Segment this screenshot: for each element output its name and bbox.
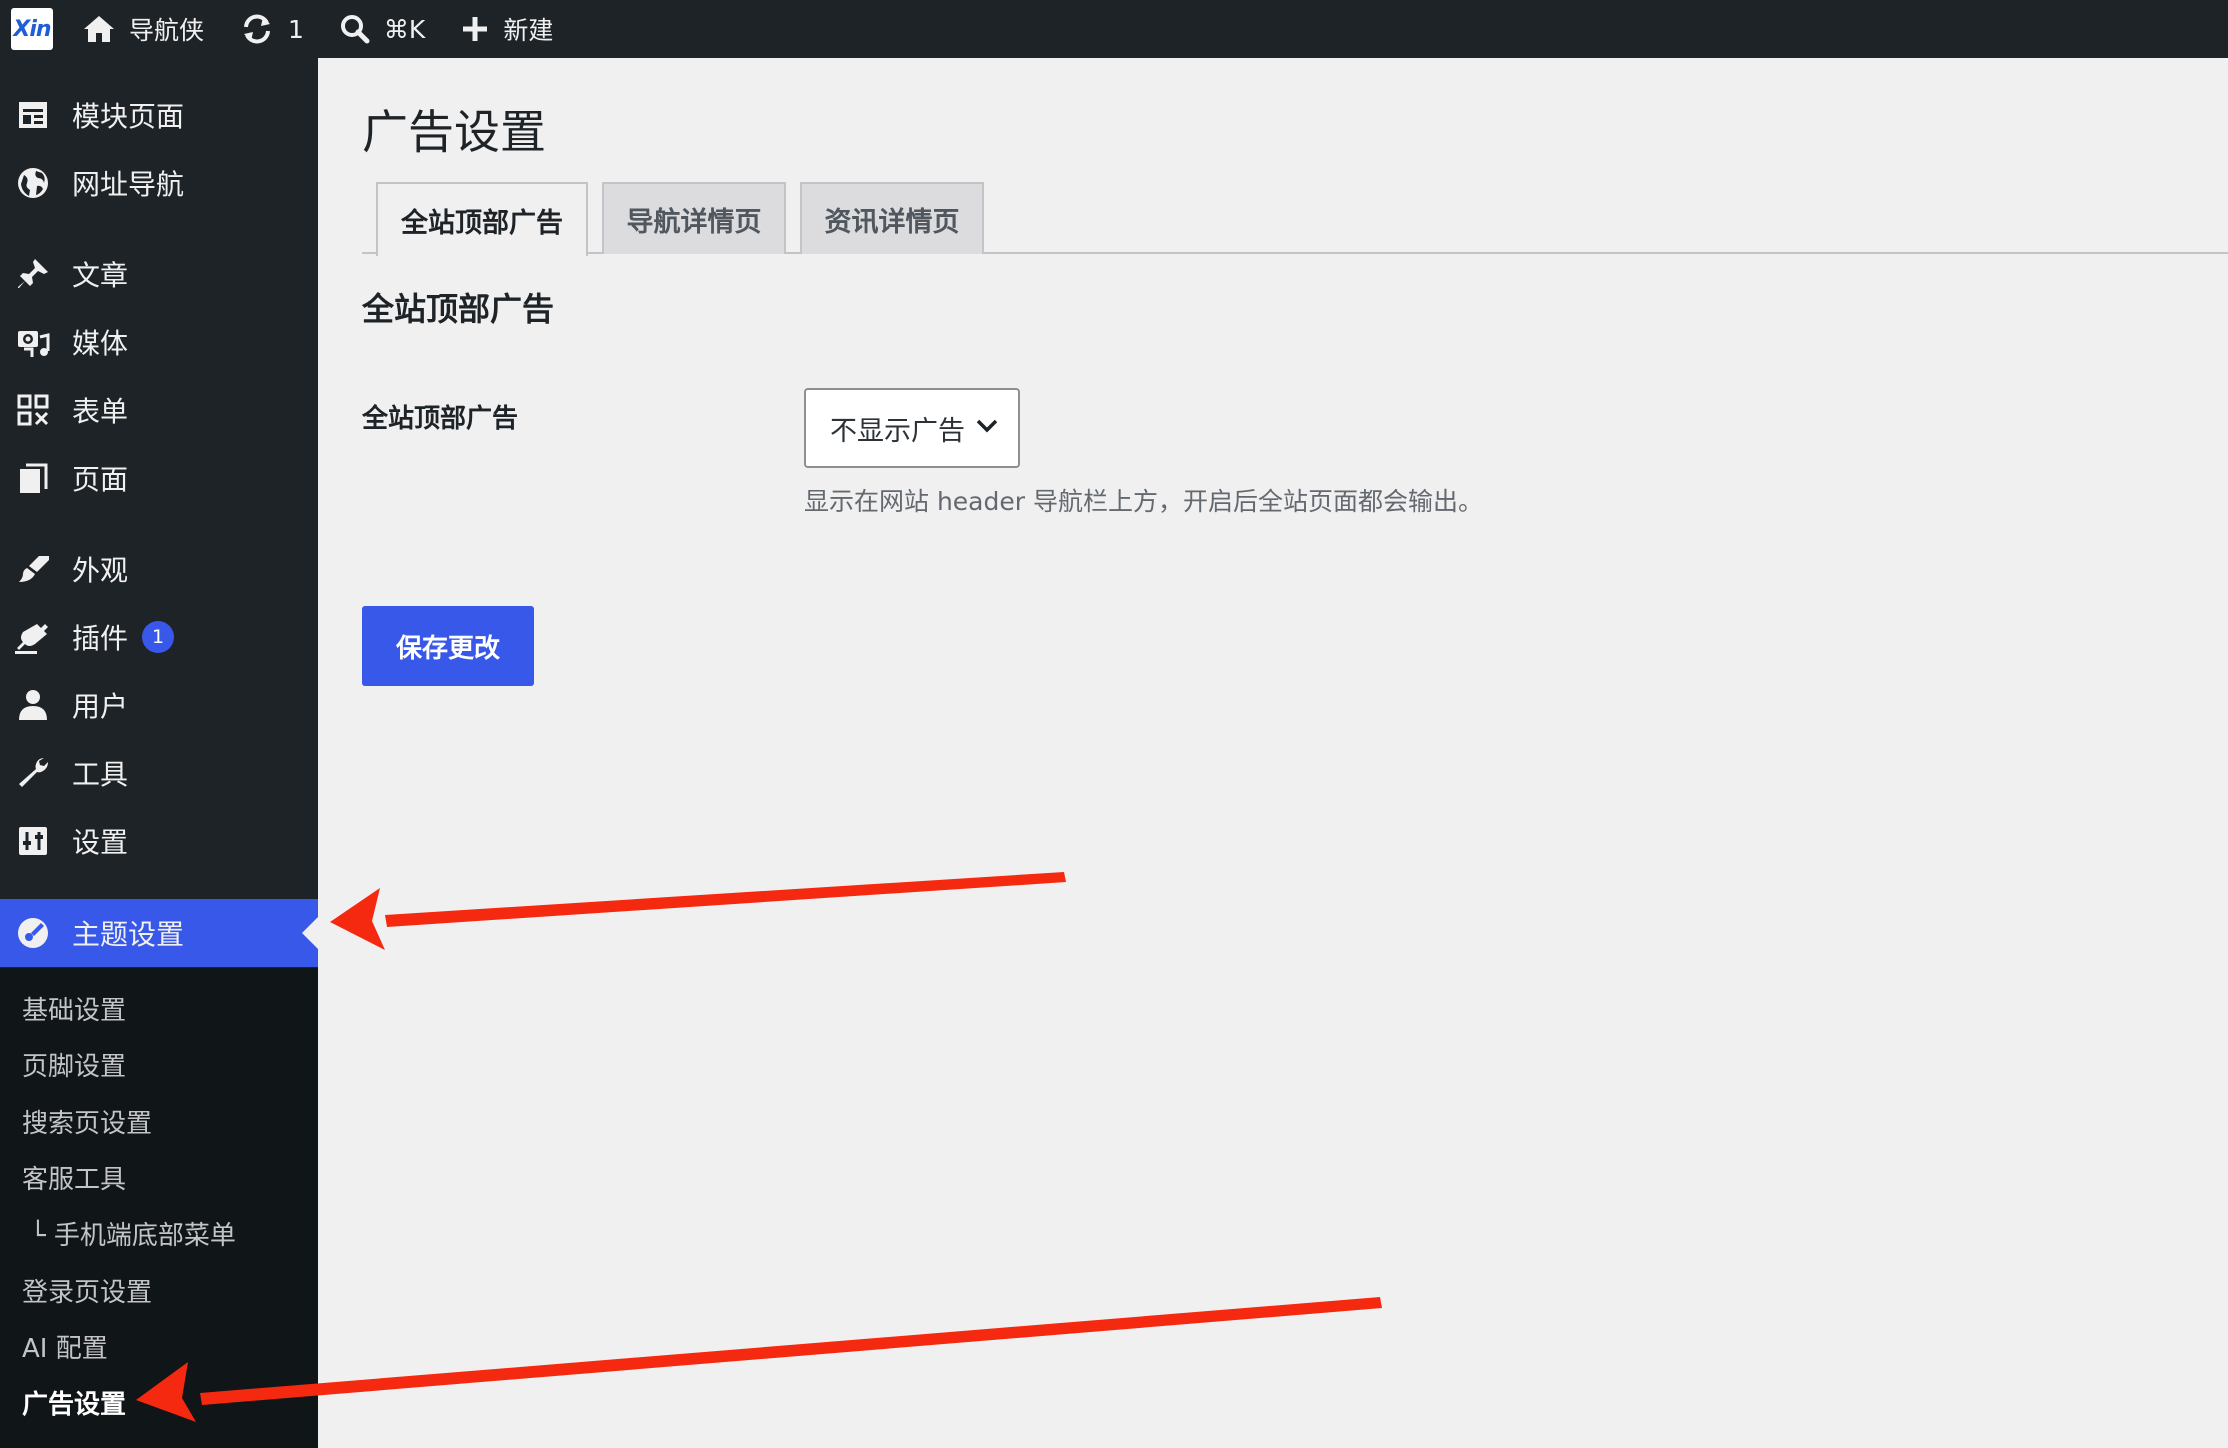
updates-count: 1 (288, 14, 304, 44)
admin-bar: Xin 导航侠 1 ⌘K 新建 (0, 0, 2228, 58)
user-icon (15, 687, 51, 723)
sidebar-item-label: 插件 (72, 622, 129, 655)
select-value: 不显示广告 (830, 415, 965, 447)
sidebar-item-appearance[interactable]: 外观 (0, 535, 318, 603)
tab-label: 全站顶部广告 (401, 207, 563, 239)
sidebar-item-posts[interactable]: 文章 (0, 240, 318, 308)
search-shortcut-label: ⌘K (383, 14, 426, 44)
media-icon (15, 324, 51, 360)
sidebar-item-label: 设置 (72, 826, 129, 859)
plugins-update-badge: 1 (142, 621, 175, 653)
save-button-label: 保存更改 (395, 632, 500, 663)
sidebar-item-users[interactable]: 用户 (0, 671, 318, 739)
submenu-item-footer[interactable]: 页脚设置 (22, 1044, 126, 1084)
tab-nav-detail[interactable]: 导航详情页 (602, 182, 786, 254)
main-content: 广告设置 全站顶部广告 导航详情页 资讯详情页 全站顶部广告 全站顶部广告 不显… (318, 58, 2228, 1448)
sidebar-item-label: 模块页面 (72, 100, 185, 133)
site-logo-text: Xin (13, 16, 51, 42)
site-name-link[interactable]: 导航侠 (83, 11, 204, 47)
theme-icon (15, 915, 51, 951)
field-description: 显示在网站 header 导航栏上方，开启后全站页面都会输出。 (804, 487, 1483, 516)
wrench-icon (15, 755, 51, 791)
sidebar-item-label: 用户 (72, 690, 129, 723)
site-name: 导航侠 (129, 16, 205, 45)
admin-sidebar: 模块页面 网址导航 文章 媒体 表单 页面 外观 插件 1 用户 工具 设置 主… (0, 58, 318, 1448)
sidebar-item-label: 主题设置 (72, 918, 185, 951)
submenu-item-ad-settings[interactable]: 广告设置 (22, 1382, 126, 1422)
sidebar-item-label: 表单 (72, 395, 129, 428)
sidebar-item-media[interactable]: 媒体 (0, 308, 318, 376)
theme-settings-submenu: 基础设置 页脚设置 搜索页设置 客服工具 └ 手机端底部菜单 登录页设置 AI … (0, 968, 318, 1448)
home-icon (84, 16, 114, 42)
page-icon (15, 460, 51, 496)
submenu-item-login-page[interactable]: 登录页设置 (22, 1270, 152, 1310)
sidebar-item-tools[interactable]: 工具 (0, 739, 318, 807)
submenu-item-support-tools[interactable]: 客服工具 (22, 1157, 126, 1197)
submenu-item-mobile-bottom-menu[interactable]: └ 手机端底部菜单 (30, 1213, 236, 1253)
layout-icon (15, 97, 51, 133)
plus-icon (463, 17, 488, 41)
sidebar-item-theme-settings[interactable]: 主题设置 (0, 899, 318, 967)
submenu-item-basic[interactable]: 基础设置 (22, 988, 126, 1028)
new-label: 新建 (503, 16, 554, 45)
sidebar-item-label: 工具 (72, 758, 129, 791)
search-shortcut[interactable]: ⌘K (340, 14, 425, 44)
sidebar-item-label: 媒体 (72, 327, 129, 360)
refresh-icon (244, 14, 271, 44)
section-title: 全站顶部广告 (362, 290, 555, 328)
sidebar-item-label: 网址导航 (72, 168, 185, 201)
page-title: 广告设置 (362, 105, 546, 159)
sidebar-item-pages[interactable]: 页面 (0, 444, 318, 512)
search-icon (340, 15, 370, 44)
updates-link[interactable]: 1 (240, 13, 304, 45)
settings-icon (15, 823, 51, 859)
ad-display-select[interactable]: 不显示广告 (804, 388, 1020, 468)
new-content-link[interactable]: 新建 (461, 11, 553, 47)
sidebar-item-label: 外观 (72, 554, 129, 587)
submenu-item-search-page[interactable]: 搜索页设置 (22, 1101, 152, 1141)
sidebar-item-forms[interactable]: 表单 (0, 376, 318, 444)
globe-icon (15, 165, 51, 201)
sidebar-item-settings[interactable]: 设置 (0, 807, 318, 875)
plugin-icon (15, 619, 51, 655)
grid-icon (15, 392, 51, 428)
submenu-item-ai-config[interactable]: AI 配置 (22, 1326, 108, 1366)
tab-site-top-ad[interactable]: 全站顶部广告 (376, 182, 588, 256)
save-button[interactable]: 保存更改 (362, 606, 534, 686)
chevron-down-icon (976, 419, 998, 433)
sidebar-item-modules[interactable]: 模块页面 (0, 81, 318, 149)
field-label: 全站顶部广告 (362, 404, 519, 434)
sidebar-item-plugins[interactable]: 插件 1 (0, 603, 318, 671)
tab-news-detail[interactable]: 资讯详情页 (800, 182, 984, 254)
tab-label: 导航详情页 (626, 206, 762, 238)
brush-icon (15, 551, 51, 587)
pin-icon (15, 256, 51, 292)
sidebar-item-label: 页面 (72, 463, 129, 496)
site-logo[interactable]: Xin (11, 8, 53, 50)
sidebar-item-label: 文章 (72, 259, 129, 292)
sidebar-item-urls[interactable]: 网址导航 (0, 149, 318, 217)
tab-label: 资讯详情页 (824, 206, 960, 238)
